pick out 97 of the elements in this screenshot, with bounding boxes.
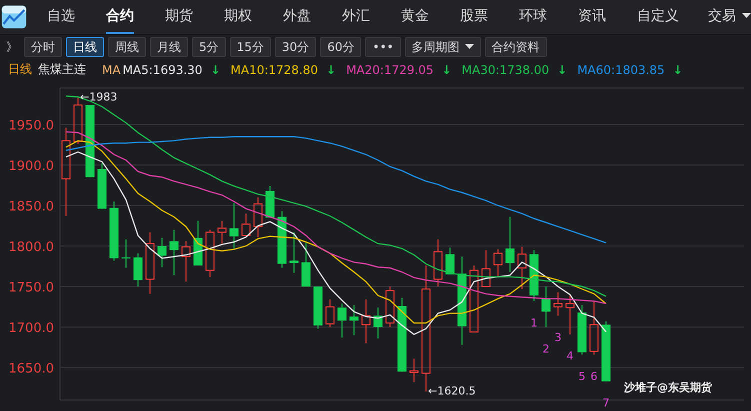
count-label: 3 [554, 330, 562, 344]
price-marker: ←1983 [80, 90, 118, 104]
ma-value: MA5:1693.30 [122, 62, 202, 76]
falling-candle [290, 232, 298, 274]
falling-candle [266, 186, 274, 218]
ma-value: MA20:1729.05 [346, 62, 434, 76]
axis-label: 1950.0 [8, 118, 54, 134]
count-label: 6 [590, 370, 598, 383]
rising-candle [206, 229, 214, 278]
rising-candle [254, 196, 262, 238]
nav-tab[interactable]: 自定义 [637, 0, 679, 34]
trend-arrow: ↓ [326, 62, 336, 76]
nav-tab[interactable]: 资讯 [578, 0, 606, 34]
rising-candle [326, 299, 334, 328]
rising-candle [566, 294, 574, 335]
falling-candle [194, 220, 202, 266]
rising-candle [146, 232, 154, 294]
falling-candle [314, 286, 322, 330]
period-button[interactable]: 60分 [320, 37, 362, 57]
ma-label: MA [102, 62, 121, 76]
falling-candle [230, 202, 238, 249]
period-button[interactable]: 月线 [150, 37, 188, 57]
falling-candle [350, 304, 358, 336]
trend-arrow: ↓ [672, 62, 683, 76]
falling-candle [158, 237, 166, 268]
falling-candle [506, 216, 514, 272]
nav-tab[interactable]: 外汇 [342, 0, 370, 34]
count-label: 5 [578, 370, 586, 383]
trend-arrow: ↓ [557, 62, 568, 76]
ma-value: MA30:1738.00 [462, 62, 550, 76]
nav-tab[interactable]: 自选 [47, 0, 75, 34]
period-button[interactable]: 分时 [24, 37, 62, 57]
ma-value: MA60:1803.85 [577, 62, 665, 76]
rising-candle [242, 213, 250, 236]
axis-label: 1750.0 [8, 280, 54, 296]
falling-candle [278, 210, 286, 268]
axis-label: 1900.0 [8, 158, 54, 174]
signature-text: 沙堆子@东吴期货 [624, 381, 712, 394]
axis-label: 1650.0 [8, 362, 54, 377]
period-button[interactable]: 多周期图 [404, 37, 481, 57]
nav-tab[interactable]: 环球 [519, 0, 547, 34]
rising-candle [554, 292, 562, 316]
rising-candle [518, 246, 526, 290]
count-label: 2 [542, 342, 550, 356]
axis-label: 1700.0 [8, 321, 54, 336]
falling-candle [602, 320, 610, 382]
rising-candle [74, 97, 82, 144]
app-logo-icon[interactable] [1, 3, 27, 31]
rising-candle [410, 358, 418, 383]
rising-candle [386, 286, 394, 328]
axis-label: 1850.0 [8, 200, 54, 214]
falling-candle [134, 252, 142, 288]
nav-tab[interactable]: 期货 [165, 0, 193, 34]
period-button[interactable]: 周线 [108, 37, 146, 57]
nav-tab[interactable]: 交易 [708, 0, 751, 34]
falling-candle [578, 304, 586, 356]
falling-candle [446, 247, 454, 275]
rising-candle [218, 220, 226, 244]
ma-value: MA10:1728.80 [230, 62, 318, 76]
period-button[interactable]: 日线 [66, 37, 104, 57]
count-label: 1 [530, 316, 538, 330]
instrument-name: 焦煤主连 [38, 61, 86, 78]
expand-toggle[interactable]: 》 [6, 38, 18, 56]
count-label: 7 [602, 396, 610, 410]
falling-candle [338, 303, 346, 338]
period-button[interactable]: 合约资料 [484, 37, 547, 57]
axis-label: 1800.0 [8, 240, 54, 256]
count-label: 4 [566, 350, 574, 363]
nav-tab[interactable]: 黄金 [401, 0, 429, 34]
nav-tab[interactable]: 外盘 [283, 0, 311, 34]
falling-candle [374, 307, 382, 339]
falling-candle [170, 229, 178, 276]
rising-candle [590, 300, 598, 356]
falling-candle [122, 239, 130, 268]
trend-arrow: ↓ [210, 62, 220, 76]
falling-candle [302, 242, 310, 288]
falling-candle [542, 286, 550, 328]
period-button[interactable]: 15分 [230, 37, 271, 57]
rising-candle [362, 299, 370, 344]
nav-tab[interactable]: 股票 [460, 0, 488, 34]
nav-tab[interactable]: 期权 [224, 0, 252, 34]
rising-candle [434, 239, 442, 288]
rising-candle [482, 250, 490, 288]
period-button[interactable]: 30分 [274, 37, 316, 57]
caret-icon [464, 44, 474, 50]
trend-arrow: ↓ [442, 62, 452, 76]
price-marker: ←1620.5 [428, 384, 476, 398]
falling-candle [530, 250, 538, 302]
falling-candle [98, 162, 106, 210]
period-button[interactable]: 5分 [192, 37, 226, 57]
falling-candle [110, 200, 118, 262]
caret-icon [742, 13, 751, 19]
rising-candle [182, 240, 190, 282]
rising-candle [494, 248, 502, 278]
period-button[interactable]: ••• [365, 37, 401, 57]
period-label: 日线 [8, 61, 32, 78]
rising-candle [470, 264, 478, 332]
